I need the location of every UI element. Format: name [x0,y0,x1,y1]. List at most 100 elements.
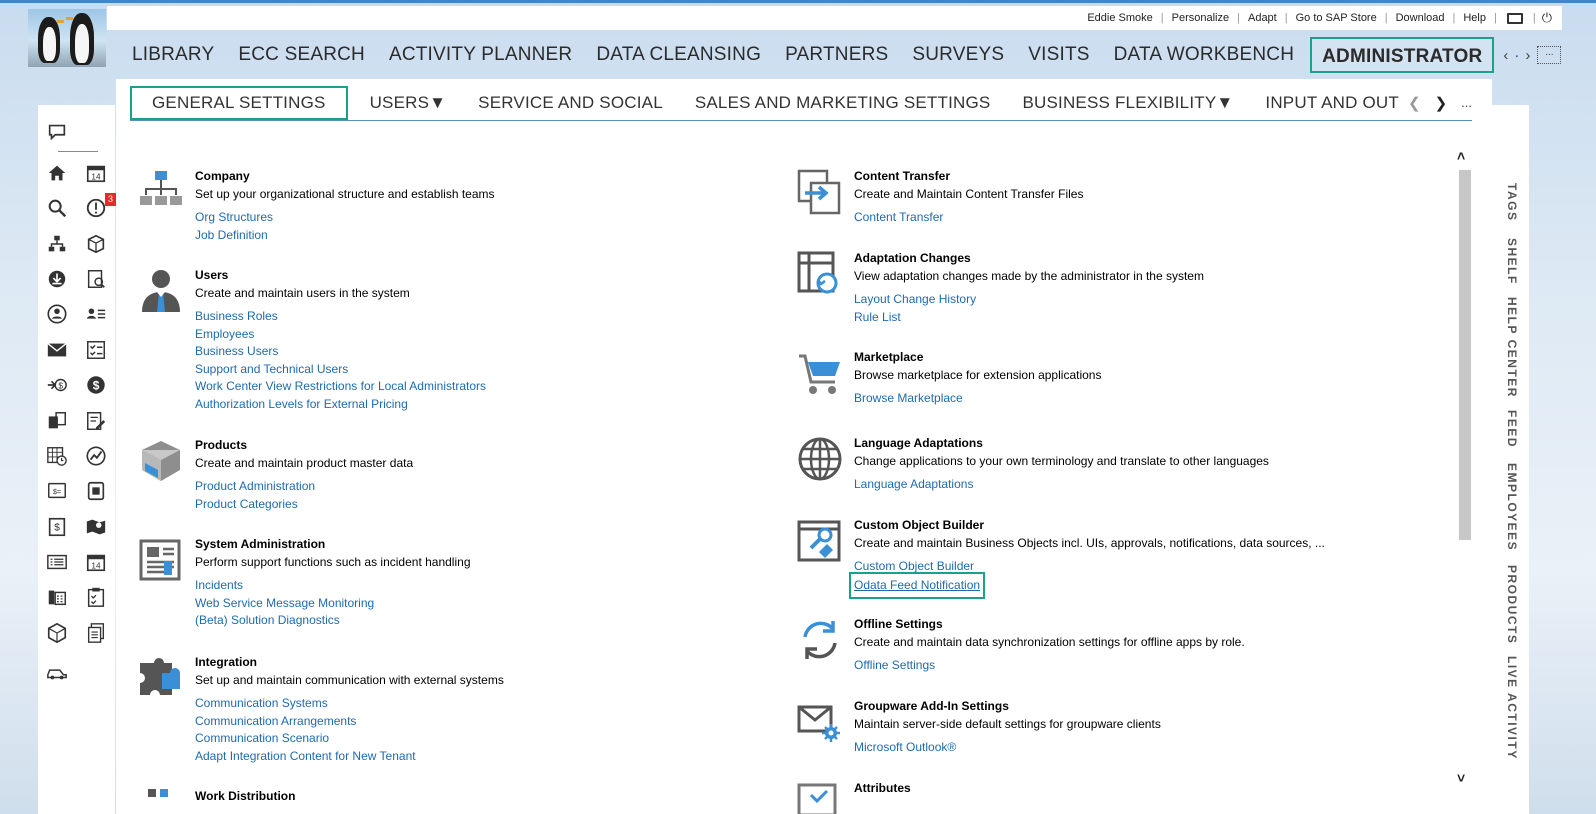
card-link[interactable]: Org Structures [195,209,273,227]
calendar-icon[interactable]: 14 [84,161,108,185]
tab-business-flexibility[interactable]: BUSINESS FLEXIBILITY▼ [1006,93,1249,113]
chevron-right-icon[interactable]: › [1525,47,1530,64]
tab-users[interactable]: USERS▼ [354,93,463,113]
download-link[interactable]: Download [1388,12,1453,24]
car-icon[interactable] [45,660,69,684]
billing-icon[interactable]: $= [45,479,69,503]
alert-icon[interactable] [84,196,108,220]
nav-ecc-search[interactable]: ECC SEARCH [226,37,377,73]
search-icon[interactable] [45,196,69,220]
price-icon[interactable]: $ [45,515,69,539]
card-link[interactable]: Communication Arrangements [195,713,416,731]
chevron-left-icon[interactable]: ‹ [1503,47,1508,64]
side-panel-help-center[interactable]: HELP CENTER [1505,297,1519,398]
side-panel-tags[interactable]: TAGS [1505,183,1519,221]
dot-icon: · [1514,46,1520,64]
home-icon[interactable] [45,161,69,185]
calendar-icon[interactable]: 14 [84,550,108,574]
side-panel-employees[interactable]: EMPLOYEES [1505,463,1519,551]
card-link[interactable]: Microsoft Outlook® [854,739,956,757]
nav-visits[interactable]: VISITS [1016,37,1101,73]
docs-icon[interactable] [84,621,108,645]
card-link[interactable]: Rule List [854,309,976,327]
report-icon[interactable] [84,267,108,291]
nav-partners[interactable]: PARTNERS [773,37,900,73]
card-link[interactable]: Odata Feed Notification [848,571,986,600]
card-link[interactable]: Work Center View Restrictions for Local … [195,378,486,396]
phone-icon[interactable] [45,585,69,609]
tab-general-settings[interactable]: GENERAL SETTINGS [130,85,348,120]
nav-library[interactable]: LIBRARY [120,37,226,73]
side-panel-shelf[interactable]: SHELF [1505,238,1519,285]
nav-activity-planner[interactable]: ACTIVITY PLANNER [377,37,584,73]
mail-icon[interactable] [45,338,69,362]
growth-icon[interactable] [84,444,108,468]
scroll-down-icon[interactable]: ˅ [1457,770,1465,786]
clipboard-icon[interactable] [84,585,108,609]
scroll-up-icon[interactable]: ˄ [1457,148,1465,164]
tab-sales-marketing-settings[interactable]: SALES AND MARKETING SETTINGS [679,93,1007,113]
side-panel-live-activity[interactable]: LIVE ACTIVITY [1505,656,1519,760]
help-link[interactable]: Help [1455,12,1494,24]
settings-card: System Administration Perform support fun… [138,537,738,631]
card-link[interactable]: (Beta) Solution Diagnostics [195,612,374,630]
card-link[interactable]: Language Adaptations [854,476,973,494]
tape-icon[interactable] [84,479,108,503]
adapt-link[interactable]: Adapt [1240,12,1285,24]
card-link[interactable]: Business Users [195,343,486,361]
dollar-icon[interactable]: $ [84,373,108,397]
map-icon[interactable] [84,515,108,539]
card-link[interactable]: Web Service Message Monitoring [195,595,374,613]
card-link[interactable]: Browse Marketplace [854,390,963,408]
nav-data-workbench[interactable]: DATA WORKBENCH [1102,37,1307,73]
scrollbar-thumb[interactable] [1459,170,1471,540]
card-link[interactable]: Content Transfer [854,209,943,227]
sap-store-link[interactable]: Go to SAP Store [1288,12,1385,24]
personalize-link[interactable]: Personalize [1164,12,1237,24]
card-link[interactable]: Communication Scenario [195,730,416,748]
edit-doc-icon[interactable] [84,409,108,433]
cube-icon[interactable] [45,621,69,645]
card-link[interactable]: Employees [195,326,486,344]
nav-administrator[interactable]: ADMINISTRATOR [1310,37,1495,73]
transfer-money-icon[interactable]: $ [45,373,69,397]
doc-exchange-icon[interactable] [45,409,69,433]
chevron-left-icon[interactable]: ❮ [1408,94,1421,112]
content-transfer-icon [797,169,843,215]
chevron-right-icon[interactable]: ❯ [1435,94,1448,112]
side-panel-products[interactable]: PRODUCTS [1505,565,1519,644]
more-nav-button[interactable]: ... [1537,46,1562,64]
company-logo[interactable] [28,9,106,67]
person-icon[interactable] [45,302,69,326]
card-link[interactable]: Product Categories [195,496,315,514]
card-link[interactable]: Job Definition [195,227,273,245]
card-link[interactable]: Product Administration [195,478,315,496]
contacts-icon[interactable] [84,302,108,326]
card-link[interactable]: Layout Change History [854,291,976,309]
card-link[interactable]: Adapt Integration Content for New Tenant [195,748,416,766]
more-tabs-button[interactable]: ... [1461,95,1472,110]
org-chart-icon[interactable] [45,232,69,256]
tab-input-output-management[interactable]: INPUT AND OUTPUT MANAGE [1249,93,1400,113]
chat-icon[interactable] [45,120,69,144]
nav-data-cleansing[interactable]: DATA CLEANSING [584,37,773,73]
power-icon[interactable]: ⏻ [1542,10,1552,26]
checklist-icon[interactable] [84,338,108,362]
side-panel-feed[interactable]: FEED [1505,410,1519,448]
card-link[interactable]: Offline Settings [854,657,935,675]
card-link[interactable]: Authorization Levels for External Pricin… [195,396,486,414]
card-link[interactable]: Communication Systems [195,695,416,713]
card-link[interactable]: Business Roles [195,308,486,326]
nav-surveys[interactable]: SURVEYS [900,37,1016,73]
card-link[interactable]: Incidents [195,577,374,595]
download-icon[interactable] [45,267,69,291]
card-title: Users [195,268,229,282]
card-link[interactable]: Support and Technical Users [195,361,486,379]
tab-service-and-social[interactable]: SERVICE AND SOCIAL [462,93,679,113]
window-icon[interactable] [1506,12,1523,24]
list-icon[interactable] [45,550,69,574]
box-icon[interactable] [84,232,108,256]
user-name-link[interactable]: Eddie Smoke [1079,12,1160,24]
calendar-table-icon[interactable] [45,444,69,468]
card-link[interactable]: Custom Object Builder [854,558,980,576]
